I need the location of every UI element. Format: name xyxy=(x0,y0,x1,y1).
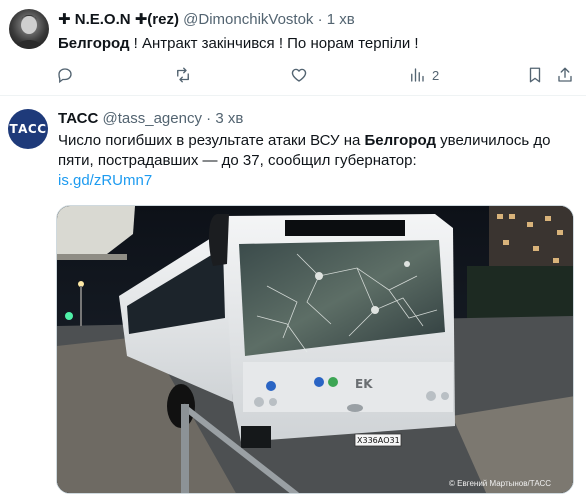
heart-icon xyxy=(291,68,307,82)
avatar-portrait-image xyxy=(15,15,43,49)
display-name[interactable]: ✚ N.E.O.N ✚(rez) xyxy=(58,11,179,28)
tweet-photo[interactable]: EK Х336АО31 © Евгений Мартынов/ТАСС xyxy=(56,205,574,494)
user-avatar[interactable]: ТАСС xyxy=(8,109,48,149)
separator-dot: · xyxy=(317,11,323,28)
display-name[interactable]: ТАСС xyxy=(58,110,98,127)
views-button[interactable]: 2 xyxy=(408,64,439,86)
share-button[interactable] xyxy=(556,64,574,86)
timestamp[interactable]: 3 хв xyxy=(215,110,243,127)
user-avatar[interactable] xyxy=(9,9,49,49)
share-icon xyxy=(558,67,572,82)
user-handle[interactable]: @tass_agency xyxy=(103,110,202,127)
damaged-bus-image: EK Х336АО31 © Евгений Мартынов/ТАСС xyxy=(57,206,573,493)
photo-credit-text: © Евгений Мартынов/ТАСС xyxy=(449,479,551,488)
bookmark-icon xyxy=(529,67,541,83)
reply-icon xyxy=(58,68,72,84)
tweet-actions: 2 xyxy=(56,64,578,86)
tweet-header: ТАСС @tass_agency · 3 хв xyxy=(58,109,243,129)
tweet-tass[interactable]: ТАСС ТАСС @tass_agency · 3 хв Число поги… xyxy=(0,97,586,501)
bus-brand-text: EK xyxy=(355,377,373,391)
tweet-text-part1: Число погибших в результате атаки ВСУ на xyxy=(58,132,365,149)
like-button[interactable] xyxy=(290,64,308,86)
tweet-text-rest: ! Антракт закінчився ! По норам терпіли … xyxy=(129,35,419,52)
user-handle[interactable]: @DimonchikVostok xyxy=(183,11,313,28)
bus-plate-text: Х336АО31 xyxy=(357,436,400,445)
tweet-header: ✚ N.E.O.N ✚(rez) @DimonchikVostok · 1 хв xyxy=(58,10,355,30)
avatar-logo-text: ТАСС xyxy=(9,122,47,136)
reply-button[interactable] xyxy=(56,64,74,86)
bookmark-button[interactable] xyxy=(526,64,544,86)
tweet-text: Белгород ! Антракт закінчився ! По норам… xyxy=(58,34,419,54)
hashtag-belgorod[interactable]: Белгород xyxy=(58,35,130,52)
tweet-neon[interactable]: ✚ N.E.O.N ✚(rez) @DimonchikVostok · 1 хв… xyxy=(0,0,586,96)
retweet-icon xyxy=(177,67,189,83)
views-icon xyxy=(411,68,424,82)
separator-dot: · xyxy=(206,110,212,127)
retweet-button[interactable] xyxy=(174,64,192,86)
hashtag-belgorod[interactable]: Белгород xyxy=(364,132,436,149)
views-count: 2 xyxy=(432,67,440,83)
tweet-text: Число погибших в результате атаки ВСУ на… xyxy=(58,131,578,191)
tweet-link[interactable]: is.gd/zRUmn7 xyxy=(58,172,152,189)
timestamp[interactable]: 1 хв xyxy=(327,11,355,28)
